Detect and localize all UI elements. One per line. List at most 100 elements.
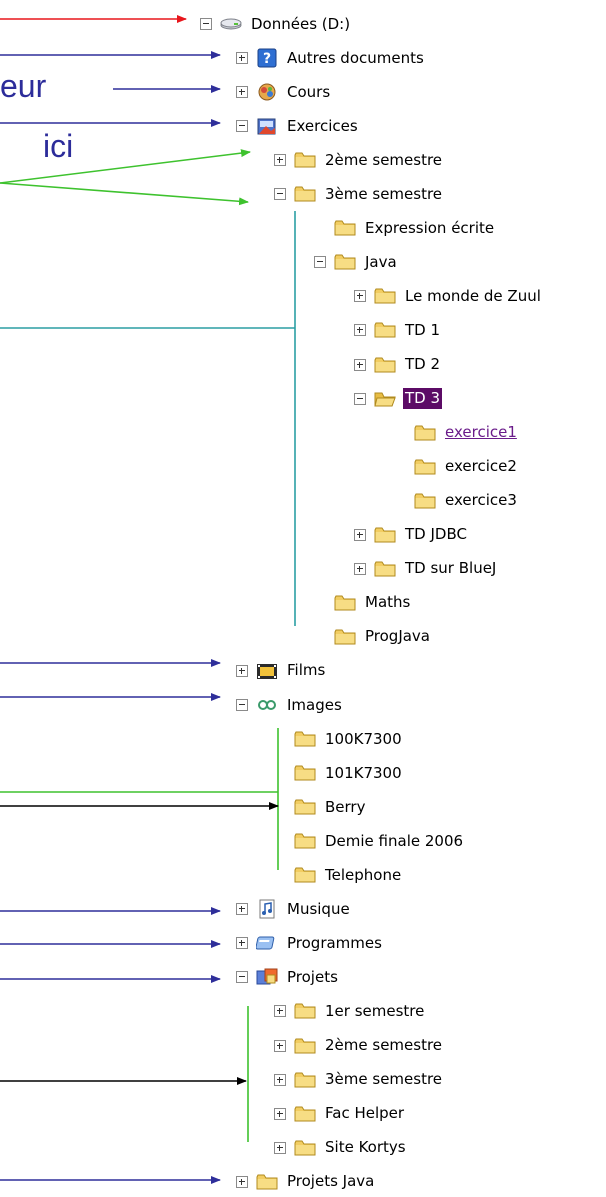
tree-item-2eme-semestre[interactable]: 2ème semestre [274,145,444,175]
collapse-icon[interactable] [314,256,326,269]
tree-item-label: 1er semestre [325,1001,425,1020]
tree-item-exercice3[interactable]: exercice3 [394,486,519,516]
tree-item-exercices[interactable]: Exercices [236,111,360,141]
expand-icon[interactable] [354,562,366,575]
tree-item-label: Autres documents [287,48,424,67]
expand-icon[interactable] [274,1141,286,1154]
tree-item-label: Cours [287,82,331,101]
expand-icon[interactable] [354,358,366,371]
tree-item-td-sur-bluej[interactable]: TD sur BlueJ [354,554,498,584]
tree-item-td-2[interactable]: TD 2 [354,350,442,380]
tree-item-le-monde-de-zuul[interactable]: Le monde de Zuul [354,281,543,311]
film-icon [257,663,277,679]
expand-icon[interactable] [274,1073,286,1086]
tree-item-exercice1[interactable]: exercice1 [394,418,519,448]
expand-icon[interactable] [274,1107,286,1120]
tree-item-label: Exercices [287,116,358,135]
expand-icon[interactable] [236,903,248,916]
tree-item-label: Demie finale 2006 [325,831,464,850]
tree-item-label: Java [365,252,397,271]
tree-item-101k7300[interactable]: 101K7300 [274,758,404,788]
tree-item-maths[interactable]: Maths [314,588,412,618]
tree-item-100k7300[interactable]: 100K7300 [274,724,404,754]
svg-text:?: ? [263,51,271,67]
tree-item-telephone[interactable]: Telephone [274,860,403,890]
folder-icon [374,527,396,543]
folder-icon [294,152,316,168]
folder-icon [294,731,316,747]
tree-item-cours[interactable]: Cours [236,77,332,107]
tree-item-td-1[interactable]: TD 1 [354,315,442,345]
tree-item-programmes[interactable]: Programmes [236,928,384,958]
folder-icon [294,1106,316,1122]
tree-item-2eme-semestre[interactable]: 2ème semestre [274,1031,444,1061]
tree-item-label: Musique [287,899,350,918]
folder-tree: Données (D:)? Autres documents Cours Exerci… [0,0,606,1197]
tree-item-3eme-semestre[interactable]: 3ème semestre [274,1065,444,1095]
tree-item-progjava[interactable]: ProgJava [314,622,432,652]
drive-icon [220,18,242,30]
expand-icon[interactable] [236,86,248,99]
cours-icon [258,83,276,101]
tree-item-label: exercice1 [445,423,517,442]
folder-icon [414,459,436,475]
tree-item-label: 2ème semestre [325,150,443,169]
tree-item-label: Telephone [325,865,402,884]
expand-icon[interactable] [354,324,366,337]
collapse-icon[interactable] [274,188,286,201]
folder-icon [256,1174,278,1190]
tree-item-label: TD 2 [405,355,441,373]
tree-item-expression-ecrite[interactable]: Expression écrite [314,213,496,243]
tree-item-td-jdbc[interactable]: TD JDBC [354,520,469,550]
tree-item-projets-java[interactable]: Projets Java [236,1167,376,1197]
expand-icon[interactable] [274,154,286,167]
collapse-icon[interactable] [236,699,248,711]
collapse-icon[interactable] [236,120,248,133]
expand-icon[interactable] [274,1039,286,1052]
images-icon [258,700,276,710]
tree-item-label: Le monde de Zuul [405,286,541,305]
tree-item-td-3[interactable]: TD 3 [354,384,444,414]
tree-item-berry[interactable]: Berry [274,792,367,822]
expand-icon[interactable] [354,290,366,303]
tree-item-musique[interactable]: Musique [236,894,352,924]
tree-item-label: exercice2 [445,457,517,476]
folder-icon [334,629,356,645]
tree-item-label: 2ème semestre [325,1036,443,1054]
tree-item-autres-documents[interactable]: ? Autres documents [236,43,426,73]
tree-item-films[interactable]: Films [236,656,327,686]
folder-icon [374,357,396,372]
folder-icon [374,288,396,304]
tree-item-label: ProgJava [365,627,431,646]
tree-item-java[interactable]: Java [314,247,399,277]
tree-item-fac-helper[interactable]: Fac Helper [274,1099,406,1129]
tree-item-projets[interactable]: Projets [236,962,340,992]
tree-item-demie-finale-2006[interactable]: Demie finale 2006 [274,826,465,856]
folder-icon [294,765,316,781]
expand-icon[interactable] [236,937,248,950]
collapse-icon[interactable] [236,971,248,984]
expand-icon[interactable] [274,1005,286,1018]
tree-item-exercice2[interactable]: exercice2 [394,452,519,482]
folder-icon [414,493,436,509]
expand-icon[interactable] [236,1175,248,1188]
music-icon [259,899,275,919]
collapse-icon[interactable] [200,18,212,30]
collapse-icon[interactable] [354,392,366,405]
tree-item-1er-semestre[interactable]: 1er semestre [274,996,426,1026]
expand-icon[interactable] [354,528,366,541]
expand-icon[interactable] [236,52,248,65]
folder-icon [294,1072,316,1088]
expand-icon[interactable] [236,664,248,677]
tree-item-site-kortys[interactable]: Site Kortys [274,1133,408,1163]
tree-item-donnees-d[interactable]: Données (D:) [200,9,352,39]
tree-item-label: Projets [287,967,338,986]
folder-icon [374,322,396,338]
tree-item-images[interactable]: Images [236,690,344,720]
tree-item-3eme-semestre[interactable]: 3ème semestre [274,179,444,209]
tree-item-label: 100K7300 [325,729,402,748]
folder-icon [294,1140,316,1156]
